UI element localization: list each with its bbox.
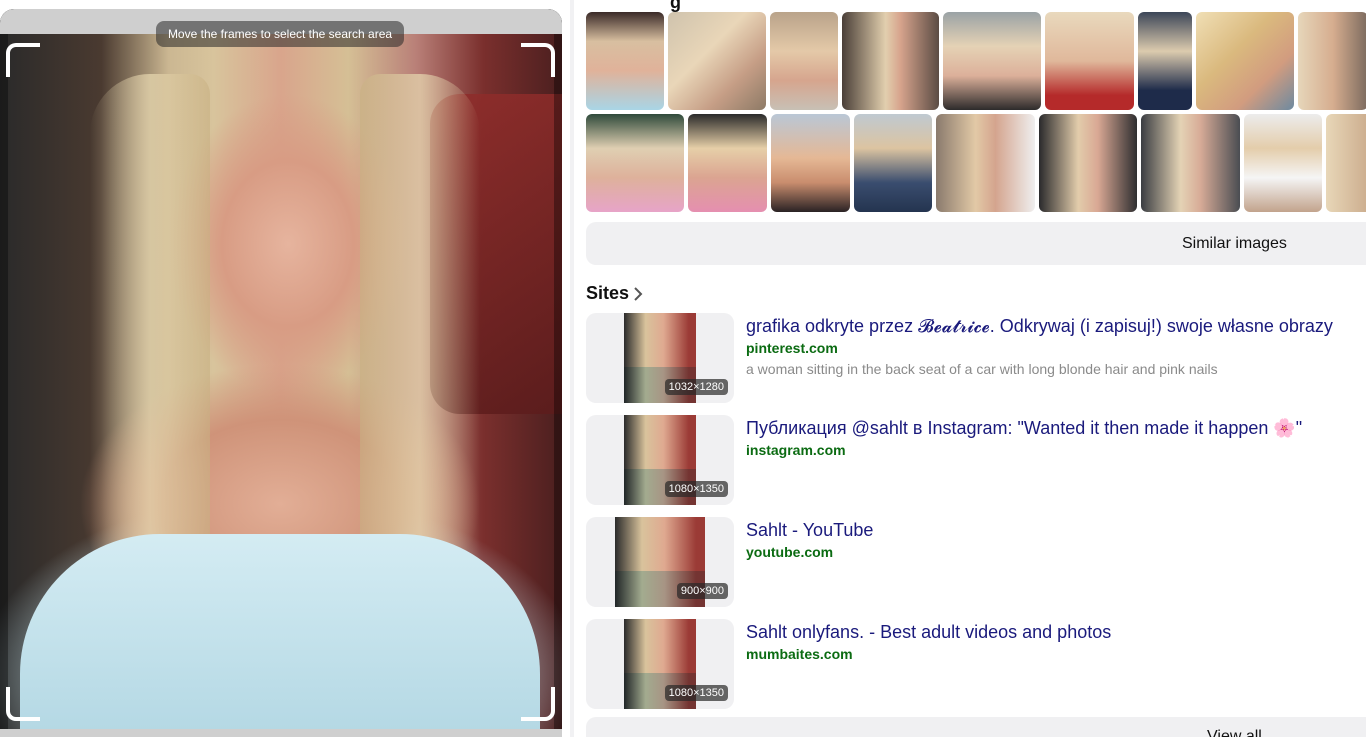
query-photo <box>0 34 562 734</box>
crop-handle-bottom-left[interactable] <box>6 687 40 721</box>
crop-handle-top-right[interactable] <box>521 43 555 77</box>
site-title[interactable]: Sahlt onlyfans. - Best adult videos and … <box>746 622 1111 643</box>
site-title[interactable]: Sahlt - YouTube <box>746 520 873 541</box>
site-thumbnail[interactable]: 900×900 <box>586 517 734 607</box>
similar-image-thumb[interactable] <box>771 114 850 212</box>
site-domain[interactable]: mumbaites.com <box>746 646 853 662</box>
similar-image-thumb[interactable] <box>1138 12 1192 110</box>
similar-image-thumb[interactable] <box>586 114 684 212</box>
image-size-badge: 1080×1350 <box>664 685 728 701</box>
similar-image-thumb[interactable] <box>688 114 767 212</box>
crop-hint: Move the frames to select the search are… <box>156 21 404 47</box>
similar-image-thumb[interactable] <box>1196 12 1294 110</box>
similar-image-thumb[interactable] <box>943 12 1041 110</box>
site-thumbnail[interactable]: 1080×1350 <box>586 619 734 709</box>
similar-image-thumb[interactable] <box>1045 12 1134 110</box>
similar-image-thumb[interactable] <box>586 12 664 110</box>
crop-handle-bottom-right[interactable] <box>521 687 555 721</box>
site-result[interactable]: 900×900 Sahlt - YouTube youtube.com <box>586 517 1366 607</box>
site-domain[interactable]: youtube.com <box>746 544 833 560</box>
site-title[interactable]: grafika odkryte przez 𝓑𝓮𝓪𝓽𝓻𝓲𝓬𝓮. Odkrywaj… <box>746 316 1333 337</box>
crop-dim-right <box>554 34 562 730</box>
chevron-right-icon <box>634 286 643 301</box>
site-domain[interactable]: pinterest.com <box>746 340 838 356</box>
image-viewer[interactable] <box>0 9 562 737</box>
similar-images-row-1 <box>586 12 1366 110</box>
sites-heading-label: Sites <box>586 283 630 303</box>
crop-dim-left <box>0 34 8 730</box>
crop-handle-top-left[interactable] <box>6 43 40 77</box>
site-result[interactable]: 1080×1350 Sahlt onlyfans. - Best adult v… <box>586 619 1366 709</box>
image-size-badge: 900×900 <box>676 583 728 599</box>
viewer-bottom-bar <box>0 729 562 737</box>
similar-image-thumb[interactable] <box>1298 12 1366 110</box>
similar-images-button[interactable]: Similar images <box>586 222 1366 265</box>
page: Move the frames to select the search are… <box>0 0 1366 737</box>
site-domain[interactable]: instagram.com <box>746 442 846 458</box>
similar-image-thumb[interactable] <box>1244 114 1322 212</box>
view-all-button[interactable]: View all <box>586 717 1366 737</box>
photo-hair-right <box>360 74 480 614</box>
site-description: a woman sitting in the back seat of a ca… <box>746 361 1218 377</box>
similar-image-thumb[interactable] <box>770 12 838 110</box>
similar-image-thumb[interactable] <box>1141 114 1240 212</box>
similar-image-thumb[interactable] <box>854 114 932 212</box>
panel-divider <box>570 0 574 737</box>
site-thumbnail[interactable]: 1032×1280 <box>586 313 734 403</box>
image-size-badge: 1032×1280 <box>664 379 728 395</box>
similar-image-thumb[interactable] <box>842 12 939 110</box>
sites-heading[interactable]: Sites <box>586 283 645 304</box>
site-thumbnail[interactable]: 1080×1350 <box>586 415 734 505</box>
photo-hair-left <box>90 74 210 614</box>
similar-image-thumb[interactable] <box>1039 114 1137 212</box>
site-title[interactable]: Публикация @sahlt в Instagram: "Wanted i… <box>746 418 1302 439</box>
photo-dress-region <box>20 534 540 734</box>
similar-image-thumb[interactable] <box>936 114 1035 212</box>
similar-image-thumb[interactable] <box>668 12 766 110</box>
image-size-badge: 1080×1350 <box>664 481 728 497</box>
similar-image-thumb[interactable] <box>1326 114 1366 212</box>
site-result[interactable]: 1080×1350 Публикация @sahlt в Instagram:… <box>586 415 1366 505</box>
site-result[interactable]: 1032×1280 grafika odkryte przez 𝓑𝓮𝓪𝓽𝓻𝓲𝓬𝓮… <box>586 313 1366 403</box>
similar-images-row-2 <box>586 114 1366 212</box>
